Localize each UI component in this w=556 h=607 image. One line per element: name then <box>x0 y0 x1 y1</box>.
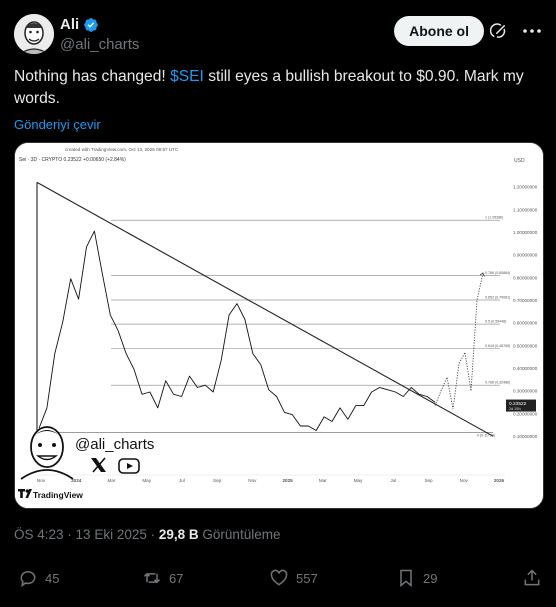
separator: · <box>67 527 76 542</box>
views-label: Görüntüleme <box>202 527 281 542</box>
y-tick-label: 1.20000000 <box>513 185 538 190</box>
y-tick-label: 0.20000000 <box>513 411 538 416</box>
x-tick-label: Nov <box>37 478 46 483</box>
y-tick-label: 0.80000000 <box>513 275 538 280</box>
fib-level-label: 0.786 (0.32486) <box>485 381 510 385</box>
tweet-meta: ÖS 4:23 · 13 Eki 2025 · 29,8 B Görüntüle… <box>14 527 280 542</box>
fib-level-label: 0.786 (0.80884) <box>485 271 510 275</box>
y-tick-label: 0.10000000 <box>513 434 538 439</box>
tweet-text-part: Nothing has changed! <box>14 68 171 85</box>
more-icon[interactable] <box>522 26 542 36</box>
x-tick-label: May <box>142 478 151 483</box>
heart-icon <box>270 569 288 586</box>
y-tick-label: 0.60000000 <box>513 321 538 326</box>
x-tick-label: Sep <box>424 478 433 483</box>
views-count: 29,8 B <box>158 527 199 542</box>
separator: · <box>150 527 159 542</box>
x-tick-label: May <box>354 478 363 483</box>
tweet-header: Ali @ali_charts Abone ol <box>14 12 542 56</box>
tweet-time[interactable]: ÖS 4:23 <box>14 527 64 542</box>
reply-icon <box>20 571 36 588</box>
bookmark-icon <box>400 569 412 588</box>
y-tick-label: 0.50000000 <box>513 343 538 348</box>
tweet-date[interactable]: 13 Eki 2025 <box>76 527 147 542</box>
fib-level-label: 0.652 (0.70081) <box>485 296 510 300</box>
bookmark-button[interactable]: 29 <box>396 568 437 588</box>
fib-level-label: 1 (1.05286) <box>485 216 503 220</box>
follow-button[interactable]: Abone ol <box>394 16 484 46</box>
grok-icon[interactable] <box>490 22 508 40</box>
repost-button[interactable]: 67 <box>142 568 183 588</box>
chart-symbol-line: Sei · 3D · CRYPTO 0.23522 +0.00650 (+2.8… <box>19 157 126 163</box>
price-chart: created with TradingView.com, Oct 13, 20… <box>15 143 543 508</box>
tradingview-brand: TradingView <box>33 490 83 500</box>
name-row: Ali <box>60 16 99 33</box>
repost-count: 67 <box>169 570 184 586</box>
reply-button[interactable]: 45 <box>18 568 59 588</box>
like-button[interactable]: 557 <box>269 568 318 588</box>
x-tick-label: Nov <box>248 478 257 483</box>
y-tick-label: 1.10000000 <box>513 207 538 212</box>
y-tick-label: 1.00000000 <box>513 230 538 235</box>
fib-level-label: 0.5 (0.59448) <box>485 320 506 324</box>
x-tick-label: Sep <box>213 478 222 483</box>
y-tick-label: 0.30000000 <box>513 389 538 394</box>
display-name[interactable]: Ali <box>60 16 79 33</box>
x-tick-label: Jul <box>179 478 185 483</box>
share-button[interactable] <box>522 568 542 588</box>
share-icon <box>524 569 540 586</box>
chart-currency: USD <box>514 158 525 164</box>
repost-icon <box>143 573 161 583</box>
y-tick-label: 0.70000000 <box>513 298 538 303</box>
verified-badge-icon <box>84 17 99 32</box>
like-count: 557 <box>296 570 318 586</box>
fib-level-label: 0.618 (0.48765) <box>485 344 510 348</box>
y-tick-label: 0.40000000 <box>513 366 538 371</box>
x-tick-label: 2025 <box>282 478 293 483</box>
last-price-countdown: 2d 15h <box>509 407 521 411</box>
avatar[interactable] <box>14 14 54 54</box>
chart-created-with: created with TradingView.com, Oct 13, 20… <box>65 147 179 152</box>
x-tick-label: Nov <box>460 478 469 483</box>
x-tick-label: Jul <box>390 478 396 483</box>
x-tick-label: Mar <box>108 478 116 483</box>
action-bar: 45 67 557 29 <box>18 568 542 596</box>
bookmark-count: 29 <box>423 570 438 586</box>
watermark-handle: @ali_charts <box>75 436 154 453</box>
chart-image[interactable]: created with TradingView.com, Oct 13, 20… <box>14 142 544 509</box>
tweet-text: Nothing has changed! $SEI still eyes a b… <box>14 66 534 110</box>
reply-count: 45 <box>45 570 60 586</box>
y-tick-label: 0.90000000 <box>513 253 538 258</box>
x-tick-label: 2026 <box>494 478 505 483</box>
translate-link[interactable]: Gönderiyi çevir <box>14 117 101 132</box>
handle[interactable]: @ali_charts <box>60 36 139 53</box>
x-tick-label: Mar <box>319 478 327 483</box>
cashtag-link[interactable]: $SEI <box>170 68 204 85</box>
